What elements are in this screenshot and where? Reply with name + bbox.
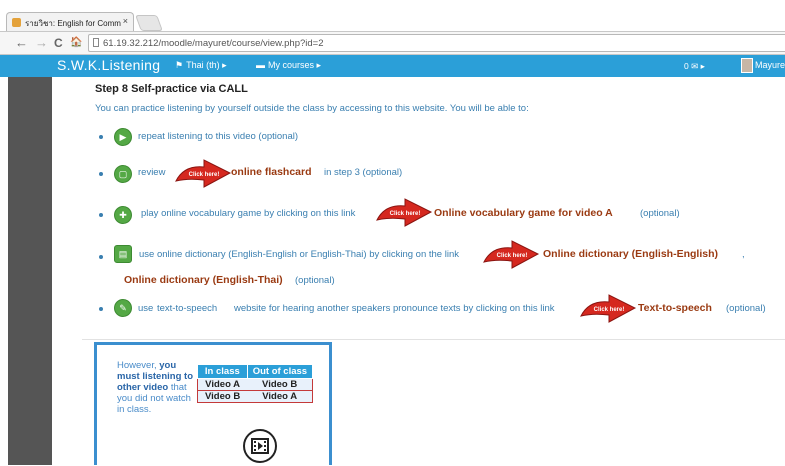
new-tab-button[interactable] [135, 15, 163, 31]
list-item-4-text: use online dictionary (English-English o… [139, 249, 459, 260]
list-item-5-text: website for hearing another speakers pro… [234, 303, 555, 314]
site-navbar: S.W.K.Listening ⚑ Thai (th) ▸ ▬ My courses… [0, 55, 785, 77]
table-cell: Video B [197, 390, 248, 403]
film-icon [243, 429, 277, 463]
click-here-arrow-icon[interactable]: Click here! [482, 238, 540, 272]
site-favicon-icon [12, 18, 21, 27]
speech-icon: ✎ [114, 299, 132, 317]
list-separator: , [742, 249, 745, 260]
video-icon: ▶ [114, 128, 132, 146]
my-courses-menu[interactable]: ▬ My courses ▸ [256, 60, 321, 71]
list-item-3-text: play online vocabulary game by clicking … [141, 208, 356, 219]
table-header: Out of class [246, 364, 314, 379]
svg-text:Click here!: Click here! [390, 211, 421, 217]
address-toolbar: ← → C 🏠 61.19.32.212/moodle/mayuret/cour… [0, 31, 785, 55]
tab-close-icon[interactable]: × [123, 16, 128, 26]
list-item-2-suffix: in step 3 (optional) [324, 167, 403, 178]
briefcase-icon: ▬ [256, 60, 265, 70]
dictionary-icon: ▤ [114, 245, 132, 263]
list-item-5-prefix: use [138, 303, 154, 314]
text-to-speech-inline-link[interactable]: text-to-speech [157, 303, 217, 314]
url-input[interactable]: 61.19.32.212/moodle/mayuret/course/view.… [88, 34, 785, 52]
table-header: In class [197, 364, 248, 379]
list-item-2-text: review [138, 167, 166, 178]
language-menu[interactable]: ⚑ Thai (th) ▸ [175, 60, 227, 71]
course-content: Step 8 Self-practice via CALL You can pr… [52, 77, 785, 465]
user-menu[interactable]: Mayuret [755, 60, 785, 70]
forward-icon[interactable]: → [35, 35, 48, 50]
info-graphic: However, you must listening to other vid… [94, 342, 332, 465]
table-cell: Video A [197, 378, 248, 391]
list-item-4-suffix: (optional) [295, 275, 335, 286]
back-icon[interactable]: ← [15, 35, 28, 50]
svg-text:Click here!: Click here! [189, 172, 220, 178]
divider [82, 339, 785, 340]
bullet [99, 307, 103, 311]
bullet [99, 255, 103, 259]
table-cell: Video B [247, 378, 314, 391]
browser-tabstrip: รายวิชา: English for Comm × [0, 0, 785, 32]
section-heading: Step 8 Self-practice via CALL [95, 83, 248, 95]
avatar[interactable] [741, 58, 753, 73]
bullet [99, 135, 103, 139]
table-row: Video A Video B [197, 378, 314, 391]
online-flashcard-link[interactable]: online flashcard [231, 166, 312, 178]
svg-text:Click here!: Click here! [594, 307, 625, 313]
vocabulary-game-link[interactable]: Online vocabulary game for video A [434, 207, 613, 219]
home-icon[interactable]: 🏠 [70, 37, 82, 48]
bullet [99, 172, 103, 176]
reload-icon[interactable]: C [54, 36, 63, 50]
browser-tab[interactable]: รายวิชา: English for Comm × [6, 12, 134, 32]
list-item-1: repeat listening to this video (optional… [138, 131, 299, 142]
text-to-speech-link[interactable]: Text-to-speech [638, 302, 712, 314]
click-here-arrow-icon[interactable]: Click here! [579, 292, 637, 326]
site-brand[interactable]: S.W.K.Listening [57, 57, 160, 73]
click-here-arrow-icon[interactable]: Click here! [174, 157, 232, 191]
dictionary-en-en-link[interactable]: Online dictionary (English-English) [543, 248, 718, 260]
flag-icon: ⚑ [175, 60, 184, 70]
click-here-arrow-icon[interactable]: Click here! [375, 196, 433, 230]
left-sidebar [8, 77, 52, 465]
messages-menu[interactable]: 0 ✉ ▸ [684, 61, 705, 72]
svg-text:Click here!: Click here! [497, 253, 528, 259]
url-text: 61.19.32.212/moodle/mayuret/course/view.… [103, 38, 324, 49]
bullet [99, 213, 103, 217]
intro-text: You can practice listening by yourself o… [95, 103, 529, 114]
dictionary-en-th-link[interactable]: Online dictionary (English-Thai) [124, 274, 283, 286]
list-item-3-suffix: (optional) [640, 208, 680, 219]
flashcard-icon: ▢ [114, 165, 132, 183]
table-row: Video B Video A [197, 390, 314, 403]
page-icon [93, 38, 99, 47]
table-cell: Video A [247, 390, 314, 403]
video-assignment-table: In class Out of class Video A Video B Vi… [197, 364, 314, 403]
info-text: However, you must listening to other vid… [117, 360, 193, 415]
list-item-5-suffix: (optional) [726, 303, 766, 314]
tab-title: รายวิชา: English for Comm [25, 19, 121, 28]
gamepad-icon: ✚ [114, 206, 132, 224]
